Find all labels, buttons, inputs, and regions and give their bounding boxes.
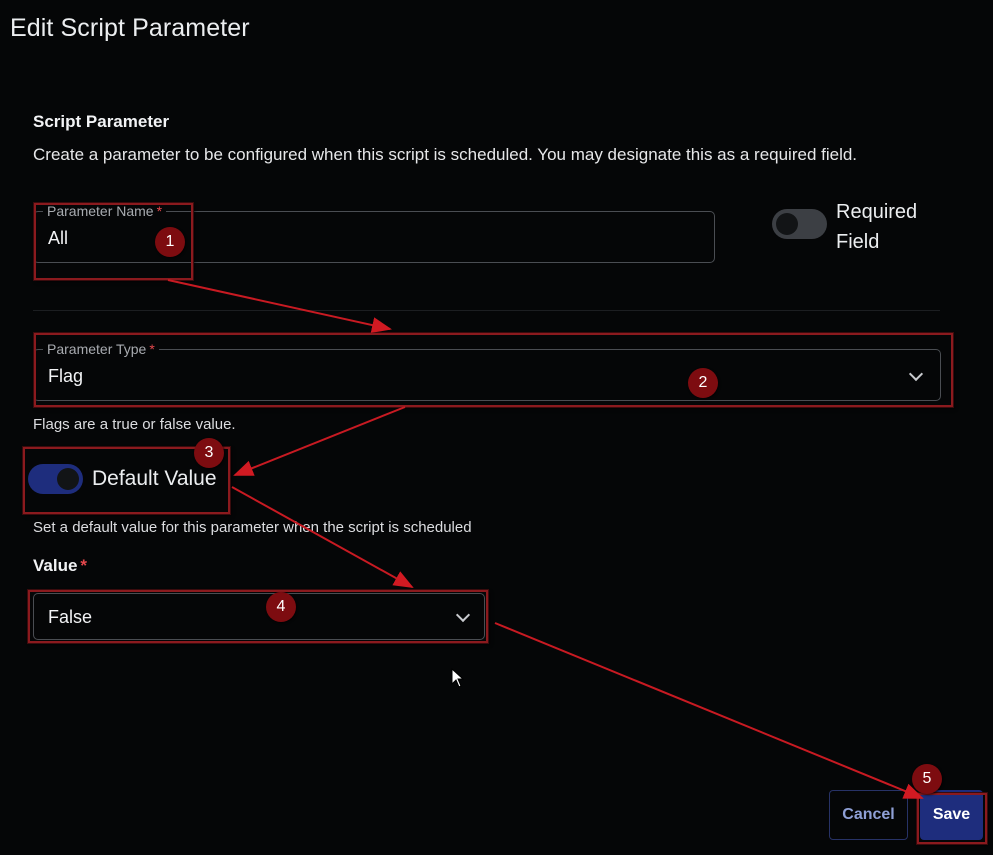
required-asterisk: * xyxy=(80,556,88,575)
mouse-cursor-icon xyxy=(451,668,465,688)
annotation-badge-2: 2 xyxy=(688,368,718,398)
required-field-toggle[interactable] xyxy=(772,209,827,239)
toggle-knob xyxy=(776,213,798,235)
annotation-box-2 xyxy=(34,333,953,407)
annotation-arrow xyxy=(233,406,406,476)
value-label: Value * xyxy=(33,556,88,575)
annotation-badge-5: 5 xyxy=(912,764,942,794)
required-field-label: Required Field xyxy=(836,201,918,253)
annotation-badge-3: 3 xyxy=(194,438,224,468)
default-value-helper: Set a default value for this parameter w… xyxy=(33,519,472,536)
parameter-type-helper: Flags are a true or false value. xyxy=(33,416,236,433)
cancel-button[interactable]: Cancel xyxy=(829,790,908,840)
annotation-badge-1: 1 xyxy=(155,227,185,257)
dialog-title: Edit Script Parameter xyxy=(10,14,250,42)
annotation-arrow xyxy=(231,486,414,588)
section-heading: Script Parameter xyxy=(33,112,170,131)
annotation-arrow xyxy=(494,622,924,799)
annotation-arrow xyxy=(167,279,392,333)
annotation-box-5 xyxy=(917,793,987,844)
annotation-box-4 xyxy=(28,590,488,643)
divider xyxy=(33,310,940,311)
section-description: Create a parameter to be configured when… xyxy=(33,145,858,164)
annotation-badge-4: 4 xyxy=(266,592,296,622)
